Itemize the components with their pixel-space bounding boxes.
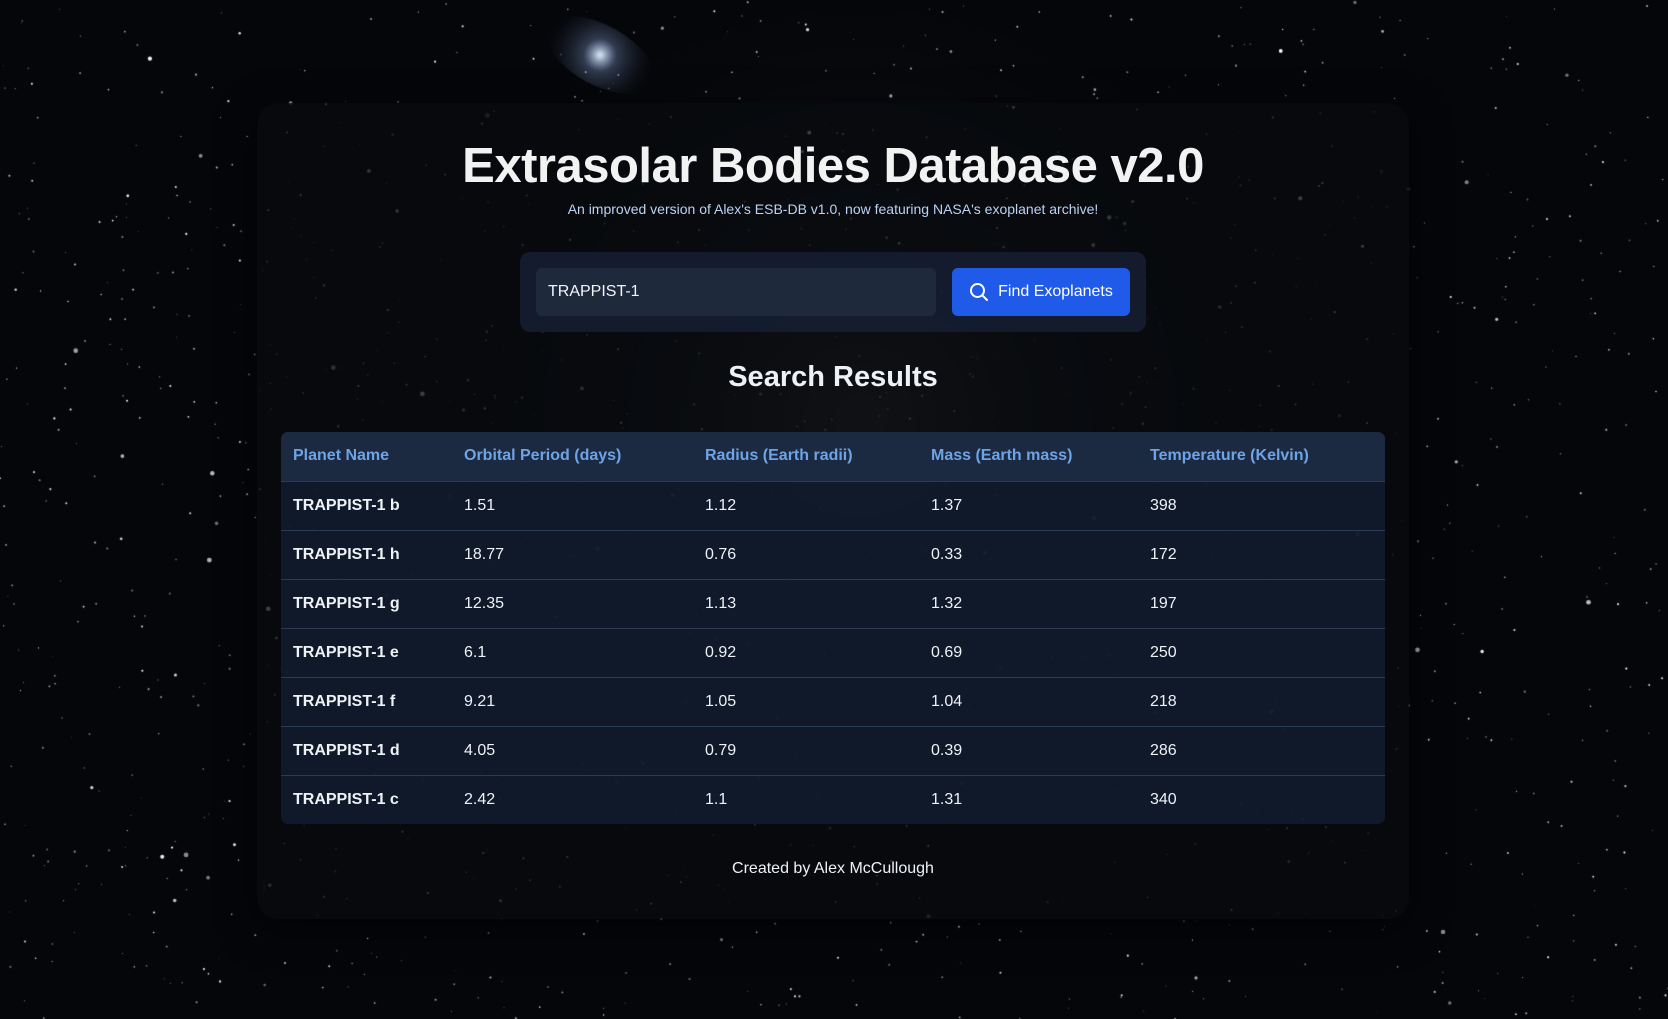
mass-cell: 1.37 [931,496,963,514]
orbital-period-cell: 2.42 [464,790,496,808]
radius-cell: 0.92 [705,643,737,661]
column-header-planet-name[interactable]: Planet Name [281,432,452,482]
mass-cell: 1.04 [931,692,963,710]
table-row[interactable]: TRAPPIST-1 c 2.42 1.1 1.31 340 [281,775,1385,824]
column-header-mass[interactable]: Mass (Earth mass) [919,432,1138,482]
temperature-cell: 172 [1150,545,1177,563]
search-input[interactable] [536,268,936,316]
table-header-row: Planet Name Orbital Period (days) Radius… [281,432,1385,482]
planet-name-cell: TRAPPIST-1 b [293,496,400,514]
orbital-period-cell: 1.51 [464,496,496,514]
temperature-cell: 250 [1150,643,1177,661]
column-header-temperature[interactable]: Temperature (Kelvin) [1138,432,1385,482]
results-title: Search Results [728,361,938,393]
table-row[interactable]: TRAPPIST-1 h 18.77 0.76 0.33 172 [281,530,1385,579]
mass-cell: 1.32 [931,594,963,612]
radius-cell: 0.76 [705,545,737,563]
radius-cell: 1.12 [705,496,737,514]
planet-name-cell: TRAPPIST-1 f [293,692,396,710]
table-row[interactable]: TRAPPIST-1 b 1.51 1.12 1.37 398 [281,481,1385,530]
temperature-cell: 197 [1150,594,1177,612]
find-exoplanets-label: Find Exoplanets [998,283,1113,300]
results-table-container: Planet Name Orbital Period (days) Radius… [281,432,1385,824]
find-exoplanets-button[interactable]: Find Exoplanets [952,268,1130,316]
mass-cell: 0.69 [931,643,963,661]
column-header-radius[interactable]: Radius (Earth radii) [693,432,919,482]
orbital-period-cell: 12.35 [464,594,505,612]
table-row[interactable]: TRAPPIST-1 g 12.35 1.13 1.32 197 [281,579,1385,628]
main-panel: Extrasolar Bodies Database v2.0 An impro… [257,103,1409,919]
orbital-period-cell: 6.1 [464,643,487,661]
temperature-cell: 398 [1150,496,1177,514]
planet-name-cell: TRAPPIST-1 c [293,790,399,808]
mass-cell: 0.33 [931,545,963,563]
search-form: Find Exoplanets [520,252,1146,332]
footer-credit: Created by Alex McCullough [732,860,934,877]
radius-cell: 0.79 [705,741,737,759]
mass-cell: 1.31 [931,790,963,808]
planet-name-cell: TRAPPIST-1 e [293,643,399,661]
orbital-period-cell: 9.21 [464,692,496,710]
radius-cell: 1.05 [705,692,737,710]
table-row[interactable]: TRAPPIST-1 f 9.21 1.05 1.04 218 [281,677,1385,726]
temperature-cell: 286 [1150,741,1177,759]
orbital-period-cell: 18.77 [464,545,505,563]
radius-cell: 1.1 [705,790,728,808]
search-icon [969,282,989,302]
orbital-period-cell: 4.05 [464,741,496,759]
table-row[interactable]: TRAPPIST-1 e 6.1 0.92 0.69 250 [281,628,1385,677]
temperature-cell: 218 [1150,692,1177,710]
page-title: Extrasolar Bodies Database v2.0 [462,139,1204,193]
radius-cell: 1.13 [705,594,737,612]
results-table: Planet Name Orbital Period (days) Radius… [281,432,1385,824]
planet-name-cell: TRAPPIST-1 g [293,594,400,612]
column-header-orbital-period[interactable]: Orbital Period (days) [452,432,693,482]
mass-cell: 0.39 [931,741,963,759]
page-subtitle: An improved version of Alex's ESB-DB v1.… [567,201,1099,217]
temperature-cell: 340 [1150,790,1177,808]
planet-name-cell: TRAPPIST-1 h [293,545,400,563]
table-row[interactable]: TRAPPIST-1 d 4.05 0.79 0.39 286 [281,726,1385,775]
planet-name-cell: TRAPPIST-1 d [293,741,400,759]
